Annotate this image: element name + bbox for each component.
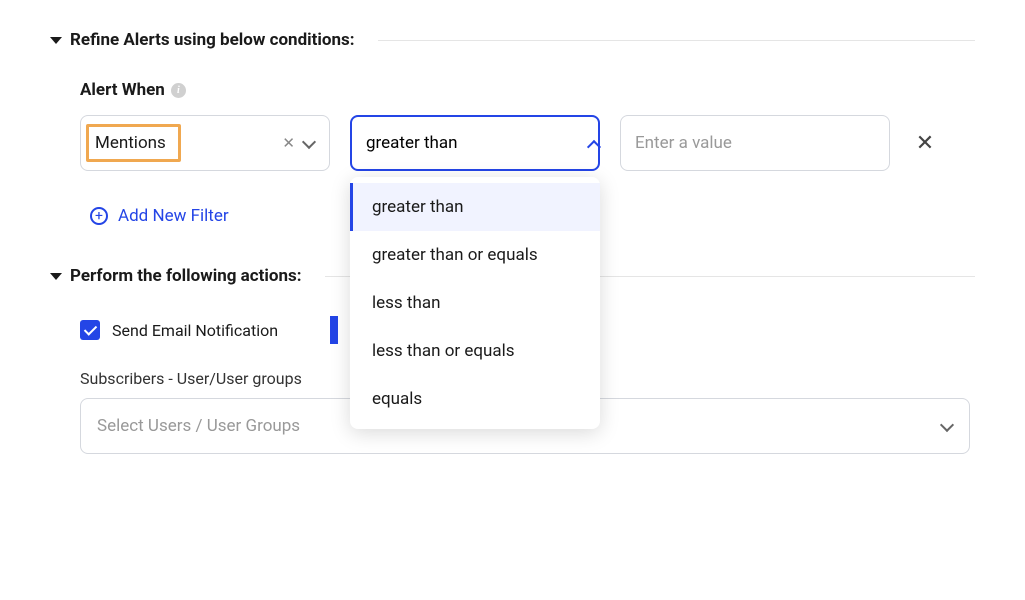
operator-input[interactable]: [366, 133, 588, 153]
blue-accent-bar: [330, 316, 338, 344]
dropdown-option-equals[interactable]: equals: [350, 375, 600, 423]
operator-dropdown: greater than greater than or equals less…: [350, 177, 600, 429]
subscribers-placeholder: Select Users / User Groups: [97, 416, 300, 436]
clear-icon[interactable]: ✕: [282, 134, 295, 152]
info-icon[interactable]: i: [171, 83, 186, 98]
dropdown-option-greater-than-or-equals[interactable]: greater than or equals: [350, 231, 600, 279]
refine-section-body: Alert When i Mentions ✕ Enter a value ✕ …: [50, 80, 975, 226]
collapse-triangle-icon: [50, 273, 62, 280]
plus-circle-icon: +: [90, 207, 108, 225]
filter-row: Mentions ✕ Enter a value ✕ greater than …: [80, 115, 975, 171]
dropdown-option-greater-than[interactable]: greater than: [350, 183, 600, 231]
remove-filter-button[interactable]: ✕: [910, 131, 940, 156]
metric-value: Mentions: [95, 133, 282, 153]
email-checkbox[interactable]: [80, 320, 100, 340]
dropdown-option-less-than-or-equals[interactable]: less than or equals: [350, 327, 600, 375]
actions-section-title: Perform the following actions:: [70, 266, 302, 286]
collapse-triangle-icon: [50, 37, 62, 44]
refine-section-title: Refine Alerts using below conditions:: [70, 30, 355, 50]
value-placeholder: Enter a value: [635, 133, 732, 153]
add-filter-label: Add New Filter: [118, 206, 229, 226]
alert-when-label: Alert When i: [80, 80, 975, 100]
divider: [378, 40, 975, 41]
refine-section-header[interactable]: Refine Alerts using below conditions:: [50, 30, 975, 50]
operator-select[interactable]: [350, 115, 600, 171]
alert-when-text: Alert When: [80, 80, 165, 100]
chevron-down-icon: [941, 420, 953, 432]
value-input[interactable]: Enter a value: [620, 115, 890, 171]
chevron-down-icon: [303, 137, 315, 149]
email-checkbox-label: Send Email Notification: [112, 321, 278, 340]
dropdown-option-less-than[interactable]: less than: [350, 279, 600, 327]
metric-select[interactable]: Mentions ✕: [80, 115, 330, 171]
